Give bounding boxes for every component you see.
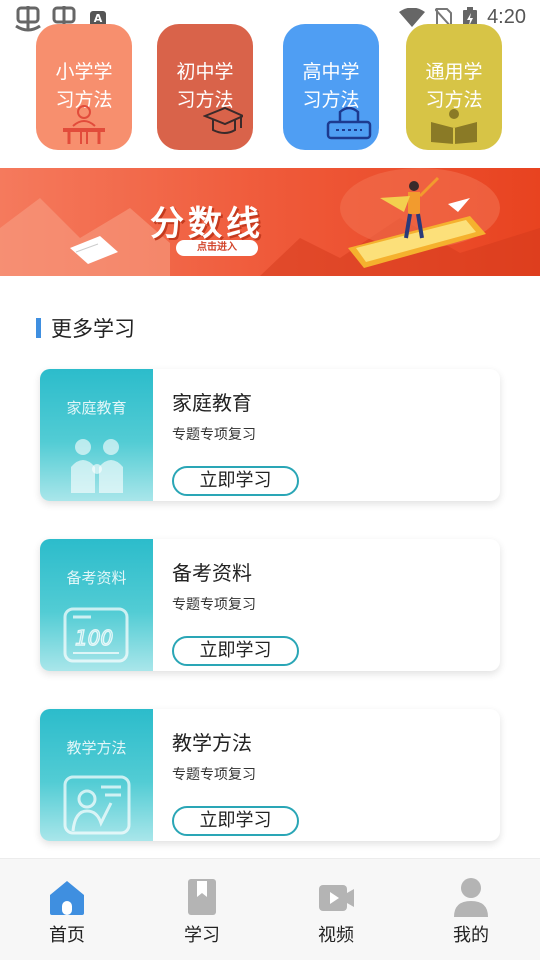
printer-icon <box>326 106 372 140</box>
category-tiles: 小学学 习方法 初中学 习方法 高中学 习方法 通用学 习方法 <box>0 24 540 154</box>
section-heading: 更多学习 <box>36 313 135 343</box>
start-learning-button[interactable]: 立即学习 <box>172 466 299 496</box>
card-subtitle: 专题专项复习 <box>172 427 256 443</box>
card-thumbnail: 家庭教育 <box>40 369 153 501</box>
banner-graphic <box>0 168 540 276</box>
svg-text:100: 100 <box>75 626 113 650</box>
banner-title: 分数线 <box>150 204 264 244</box>
nav-label: 学习 <box>184 925 220 946</box>
score-line-banner[interactable]: 分数线 点击进入 <box>0 168 540 276</box>
open-book-icon <box>431 109 477 144</box>
thumb-label: 家庭教育 <box>66 399 127 417</box>
category-general[interactable]: 通用学 习方法 <box>406 24 502 150</box>
home-icon <box>50 881 84 915</box>
card-thumbnail: 教学方法 <box>40 709 153 841</box>
category-middle-school[interactable]: 初中学 习方法 <box>157 24 253 150</box>
section-title: 更多学习 <box>51 317 135 341</box>
card-subtitle: 专题专项复习 <box>172 597 256 613</box>
thumb-label: 备考资料 <box>66 569 127 587</box>
nav-study[interactable]: 学习 <box>152 877 252 947</box>
category-primary-school[interactable]: 小学学 习方法 <box>36 24 132 150</box>
start-learning-button[interactable]: 立即学习 <box>172 636 299 666</box>
category-high-school[interactable]: 高中学 习方法 <box>283 24 379 150</box>
student-desk-icon <box>63 105 105 144</box>
study-card-teaching-methods[interactable]: 教学方法 教学方法 专题专项复习 立即学习 <box>40 709 500 841</box>
card-title: 备考资料 <box>172 561 252 585</box>
category-label-line1: 高中学 <box>302 61 360 83</box>
study-card-exam-materials[interactable]: 备考资料 100 备考资料 专题专项复习 立即学习 <box>40 539 500 671</box>
category-label-line1: 通用学 <box>425 61 483 83</box>
section-accent-bar <box>36 318 41 338</box>
nav-label: 首页 <box>49 925 85 946</box>
category-label-line1: 小学学 <box>55 61 113 83</box>
user-icon <box>454 878 488 917</box>
score-100-icon: 100 <box>63 607 129 663</box>
teacher-board-icon <box>63 775 131 835</box>
start-learning-button[interactable]: 立即学习 <box>172 806 299 836</box>
study-card-family-education[interactable]: 家庭教育 家庭教育 专题专项复习 立即学习 <box>40 369 500 501</box>
nav-label: 视频 <box>318 925 354 946</box>
banner-cta[interactable]: 点击进入 <box>176 240 258 256</box>
video-icon <box>319 885 354 911</box>
category-label-line1: 初中学 <box>176 61 234 83</box>
card-subtitle: 专题专项复习 <box>172 767 256 783</box>
family-icon <box>71 439 123 493</box>
card-title: 家庭教育 <box>172 391 252 415</box>
nav-label: 我的 <box>453 925 489 946</box>
card-title: 教学方法 <box>172 731 252 755</box>
thumb-label: 教学方法 <box>66 739 127 757</box>
nav-video[interactable]: 视频 <box>286 877 386 947</box>
nav-mine[interactable]: 我的 <box>421 877 521 947</box>
bottom-navigation: 首页 学习 视频 我的 <box>0 858 540 960</box>
nav-home[interactable]: 首页 <box>17 877 117 947</box>
card-thumbnail: 备考资料 100 <box>40 539 153 671</box>
graduation-cap-icon <box>203 106 243 134</box>
bookmark-icon <box>188 879 216 915</box>
